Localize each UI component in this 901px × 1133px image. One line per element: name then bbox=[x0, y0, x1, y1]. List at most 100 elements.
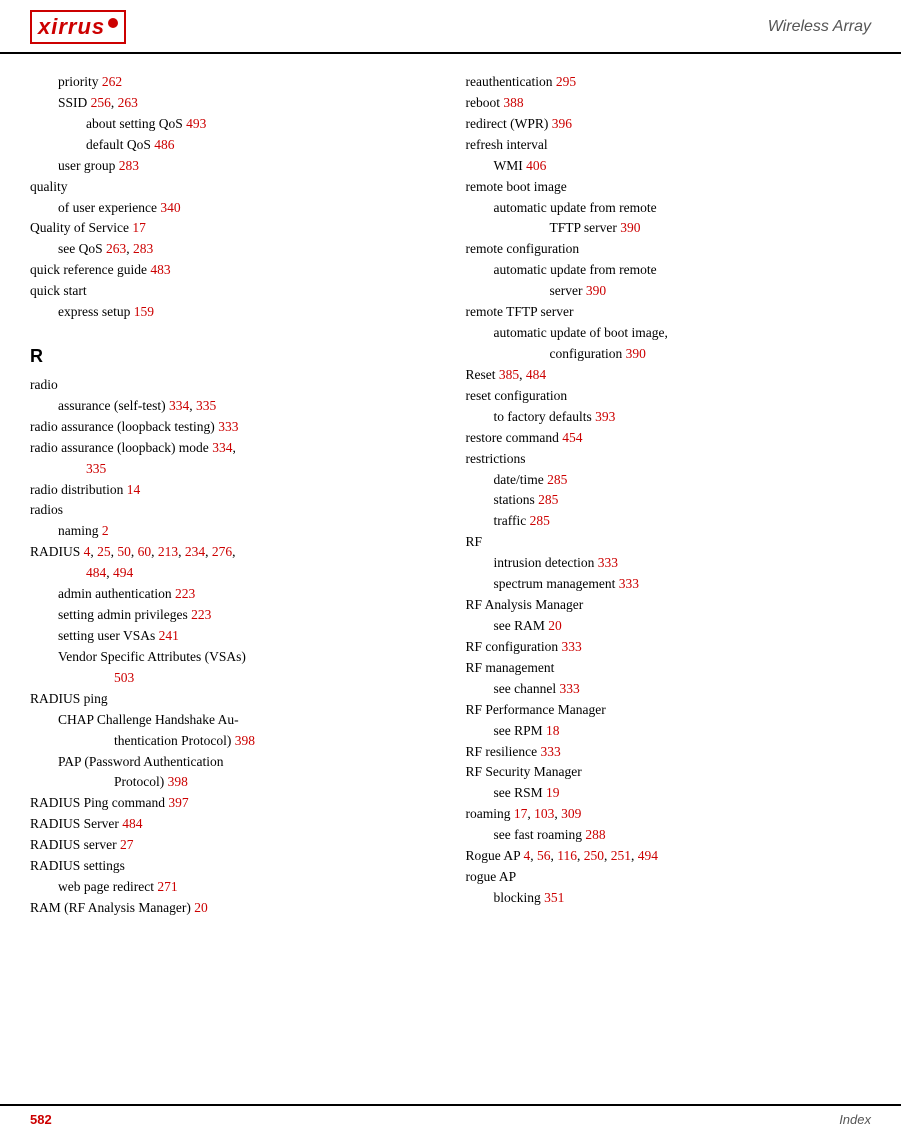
section-letter: R bbox=[30, 343, 436, 371]
index-link[interactable]: 484 bbox=[526, 367, 546, 382]
index-link[interactable]: 309 bbox=[561, 806, 581, 821]
index-link[interactable]: 503 bbox=[114, 670, 134, 685]
index-entry: see RPM 18 bbox=[466, 721, 872, 742]
index-link[interactable]: 276 bbox=[212, 544, 232, 559]
header-title: Wireless Array bbox=[768, 18, 871, 36]
index-link[interactable]: 390 bbox=[620, 220, 640, 235]
index-link[interactable]: 334 bbox=[169, 398, 189, 413]
index-link[interactable]: 20 bbox=[194, 900, 208, 915]
right-column: reauthentication 295reboot 388redirect (… bbox=[466, 72, 872, 919]
index-link[interactable]: 27 bbox=[120, 837, 134, 852]
index-link[interactable]: 493 bbox=[186, 116, 206, 131]
index-link[interactable]: 17 bbox=[514, 806, 528, 821]
index-link[interactable]: 223 bbox=[175, 586, 195, 601]
index-link[interactable]: 251 bbox=[611, 848, 631, 863]
index-link[interactable]: 333 bbox=[619, 576, 639, 591]
index-link[interactable]: 56 bbox=[537, 848, 551, 863]
index-link[interactable]: 263 bbox=[106, 241, 126, 256]
index-entry: 335 bbox=[30, 459, 436, 480]
index-link[interactable]: 25 bbox=[97, 544, 111, 559]
index-entry: 484, 494 bbox=[30, 563, 436, 584]
index-link[interactable]: 397 bbox=[168, 795, 188, 810]
index-link[interactable]: 484 bbox=[122, 816, 142, 831]
index-link[interactable]: 17 bbox=[132, 220, 146, 235]
index-link[interactable]: 285 bbox=[530, 513, 550, 528]
index-entry: roaming 17, 103, 309 bbox=[466, 804, 872, 825]
index-link[interactable]: 262 bbox=[102, 74, 122, 89]
index-link[interactable]: 4 bbox=[84, 544, 91, 559]
index-entry: automatic update from remote bbox=[466, 198, 872, 219]
index-link[interactable]: 234 bbox=[185, 544, 205, 559]
index-link[interactable]: 159 bbox=[134, 304, 154, 319]
index-link[interactable]: 14 bbox=[127, 482, 141, 497]
index-link[interactable]: 213 bbox=[158, 544, 178, 559]
index-entry: WMI 406 bbox=[466, 156, 872, 177]
index-entry: about setting QoS 493 bbox=[30, 114, 436, 135]
index-entry: thentication Protocol) 398 bbox=[30, 731, 436, 752]
index-link[interactable]: 335 bbox=[86, 461, 106, 476]
index-entry: RADIUS ping bbox=[30, 689, 436, 710]
index-link[interactable]: 19 bbox=[546, 785, 560, 800]
index-link[interactable]: 390 bbox=[586, 283, 606, 298]
index-link[interactable]: 50 bbox=[117, 544, 131, 559]
index-link[interactable]: 393 bbox=[595, 409, 615, 424]
index-link[interactable]: 283 bbox=[133, 241, 153, 256]
index-entry: priority 262 bbox=[30, 72, 436, 93]
index-link[interactable]: 385 bbox=[499, 367, 519, 382]
index-entry: RF Analysis Manager bbox=[466, 595, 872, 616]
index-link[interactable]: 494 bbox=[638, 848, 658, 863]
index-link[interactable]: 2 bbox=[102, 523, 109, 538]
index-link[interactable]: 454 bbox=[562, 430, 582, 445]
index-link[interactable]: 18 bbox=[546, 723, 560, 738]
index-link[interactable]: 333 bbox=[559, 681, 579, 696]
index-link[interactable]: 388 bbox=[503, 95, 523, 110]
index-link[interactable]: 250 bbox=[584, 848, 604, 863]
index-link[interactable]: 283 bbox=[119, 158, 139, 173]
index-link[interactable]: 285 bbox=[547, 472, 567, 487]
index-entry: RADIUS server 27 bbox=[30, 835, 436, 856]
index-link[interactable]: 271 bbox=[157, 879, 177, 894]
index-link[interactable]: 406 bbox=[526, 158, 546, 173]
index-link[interactable]: 484 bbox=[86, 565, 106, 580]
index-link[interactable]: 483 bbox=[150, 262, 170, 277]
index-link[interactable]: 398 bbox=[168, 774, 188, 789]
index-link[interactable]: 60 bbox=[138, 544, 152, 559]
index-link[interactable]: 390 bbox=[626, 346, 646, 361]
index-link[interactable]: 256 bbox=[91, 95, 111, 110]
index-link[interactable]: 333 bbox=[218, 419, 238, 434]
index-link[interactable]: 223 bbox=[191, 607, 211, 622]
index-entry: SSID 256, 263 bbox=[30, 93, 436, 114]
index-link[interactable]: 494 bbox=[113, 565, 133, 580]
index-link[interactable]: 486 bbox=[154, 137, 174, 152]
index-link[interactable]: 116 bbox=[557, 848, 577, 863]
page-number: 582 bbox=[30, 1112, 52, 1127]
index-link[interactable]: 333 bbox=[598, 555, 618, 570]
index-link[interactable]: 340 bbox=[160, 200, 180, 215]
index-link[interactable]: 333 bbox=[562, 639, 582, 654]
index-link[interactable]: 241 bbox=[159, 628, 179, 643]
index-link[interactable]: 103 bbox=[534, 806, 554, 821]
index-entry: refresh interval bbox=[466, 135, 872, 156]
index-link[interactable]: 396 bbox=[552, 116, 572, 131]
index-entry: spectrum management 333 bbox=[466, 574, 872, 595]
index-link[interactable]: 20 bbox=[548, 618, 562, 633]
index-entry: reauthentication 295 bbox=[466, 72, 872, 93]
index-entry: to factory defaults 393 bbox=[466, 407, 872, 428]
index-entry: admin authentication 223 bbox=[30, 584, 436, 605]
index-link[interactable]: 288 bbox=[585, 827, 605, 842]
index-link[interactable]: 285 bbox=[538, 492, 558, 507]
index-entry: remote configuration bbox=[466, 239, 872, 260]
index-entry: radio bbox=[30, 375, 436, 396]
index-link[interactable]: 295 bbox=[556, 74, 576, 89]
main-content: priority 262SSID 256, 263about setting Q… bbox=[0, 54, 901, 959]
index-link[interactable]: 263 bbox=[118, 95, 138, 110]
index-entry: RADIUS Server 484 bbox=[30, 814, 436, 835]
index-entry: date/time 285 bbox=[466, 470, 872, 491]
index-entry: quick reference guide 483 bbox=[30, 260, 436, 281]
index-link[interactable]: 334 bbox=[212, 440, 232, 455]
index-link[interactable]: 398 bbox=[235, 733, 255, 748]
index-link[interactable]: 333 bbox=[540, 744, 560, 759]
index-link[interactable]: 351 bbox=[544, 890, 564, 905]
index-link[interactable]: 4 bbox=[524, 848, 531, 863]
index-link[interactable]: 335 bbox=[196, 398, 216, 413]
